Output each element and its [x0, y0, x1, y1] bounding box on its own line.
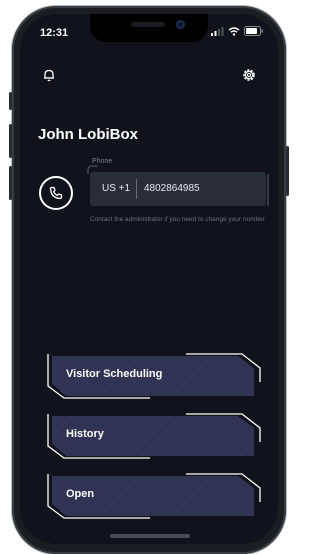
bell-icon[interactable] [38, 64, 60, 86]
history-label: History [66, 428, 104, 440]
mute-switch [9, 92, 12, 110]
visitor-scheduling-button[interactable]: Visitor Scheduling [46, 352, 262, 400]
speaker [131, 22, 165, 27]
phone-helper-text: Contact the administrator if you need to… [90, 216, 265, 223]
open-button[interactable]: Open [46, 472, 262, 520]
status-time: 12:31 [40, 27, 69, 39]
status-icons [211, 26, 264, 36]
front-camera [176, 20, 185, 29]
country-code[interactable]: US +1 [102, 183, 130, 194]
home-indicator[interactable] [110, 534, 190, 538]
visitor-scheduling-label: Visitor Scheduling [66, 368, 163, 380]
field-divider [136, 179, 137, 199]
wifi-icon [228, 26, 240, 36]
signal-icon [211, 26, 224, 36]
open-label: Open [66, 488, 95, 500]
app-screen: 12:31 John LobiBox Phone US +1 480286498… [20, 14, 278, 544]
user-name: John LobiBox [38, 126, 138, 143]
battery-icon [244, 26, 263, 36]
volume-up-button [9, 124, 12, 158]
gear-icon[interactable] [238, 64, 260, 86]
volume-down-button [9, 166, 12, 200]
history-button[interactable]: History [46, 412, 262, 460]
phone-number[interactable]: 4802864985 [144, 183, 200, 194]
phone-label: Phone [92, 158, 113, 165]
notch [90, 14, 208, 42]
phone-icon [39, 176, 73, 210]
phone-input[interactable]: US +1 4802864985 [90, 172, 266, 206]
power-button [286, 146, 289, 196]
